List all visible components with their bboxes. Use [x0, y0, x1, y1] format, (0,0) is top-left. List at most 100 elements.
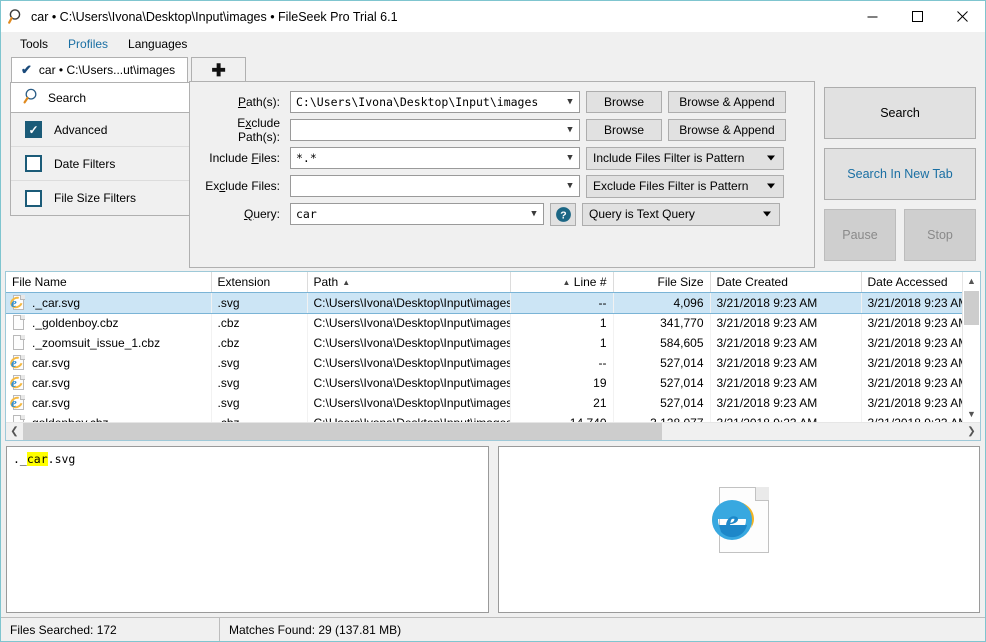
include-files-filter-select[interactable]: Include Files Filter is Pattern [586, 146, 784, 170]
table-row[interactable]: e car.svg .svg C:\Users\Ivona\Desktop\Input… [6, 373, 962, 393]
menu-item-languages[interactable]: Languages [118, 34, 197, 54]
exclude-files-filter-value: Exclude Files Filter is Pattern [593, 179, 749, 193]
vertical-scroll-thumb[interactable] [964, 291, 979, 325]
scroll-down-icon[interactable]: ▼ [963, 405, 980, 422]
search-button[interactable]: Search [824, 87, 976, 139]
table-row[interactable]: e ._car.svg .svg C:\Users\Ivona\Desktop\Inp… [6, 291, 962, 314]
include-files-value: *.* [296, 151, 317, 165]
cell-path: C:\Users\Ivona\Desktop\Input\images [307, 373, 511, 393]
ie-file-icon: e [8, 354, 26, 371]
chevron-down-icon[interactable]: ▼ [525, 204, 543, 224]
cell-date-created: 3/21/2018 9:23 AM [710, 393, 862, 413]
header-label: Path [313, 275, 339, 289]
query-type-select[interactable]: Query is Text Query [582, 202, 780, 226]
magnifier-icon [23, 88, 40, 108]
title-bar: car • C:\Users\Ivona\Desktop\Input\image… [1, 1, 985, 32]
check-icon: ✔ [21, 62, 32, 77]
scroll-left-icon[interactable]: ❮ [6, 423, 23, 440]
cell-extension: .svg [211, 373, 308, 393]
exclude-files-input[interactable]: ▼ [290, 175, 580, 197]
table-row[interactable]: ._goldenboy.cbz .cbz C:\Users\Ivona\Deskto… [6, 313, 962, 333]
chevron-down-icon [767, 183, 775, 189]
table-row[interactable]: e car.svg .svg C:\Users\Ivona\Desktop\Input… [6, 353, 962, 373]
search-options-box: ✓ Advanced Date Filters File Size Filter… [10, 112, 190, 216]
advanced-checkbox[interactable]: ✓ [25, 121, 42, 138]
chevron-down-icon[interactable]: ▼ [561, 120, 579, 140]
date-filters-checkbox[interactable] [25, 155, 42, 172]
column-header-line-number[interactable]: ▲ Line # [510, 272, 614, 293]
sort-ascending-icon: ▲ [342, 278, 351, 288]
option-advanced[interactable]: ✓ Advanced [11, 113, 189, 147]
stop-button[interactable]: Stop [904, 209, 976, 261]
results-horizontal-scrollbar[interactable]: ❮ ❯ [6, 422, 980, 440]
column-header-path[interactable]: Path ▲ [307, 272, 511, 293]
tab-active-search[interactable]: ✔ car • C:\Users...ut\images [11, 57, 189, 82]
chevron-down-icon[interactable]: ▼ [561, 176, 579, 196]
cell-line-number: -- [510, 353, 614, 373]
search-section-tab[interactable]: Search [10, 82, 190, 112]
chevron-down-icon[interactable]: ▼ [561, 92, 579, 112]
query-help-button[interactable]: ? [550, 202, 576, 226]
exclude-paths-browse-append-button[interactable]: Browse & Append [668, 119, 786, 141]
chevron-down-icon[interactable]: ▼ [561, 148, 579, 168]
app-search-icon [1, 8, 31, 25]
menu-item-tools[interactable]: Tools [10, 34, 58, 54]
table-row[interactable]: ._zoomsuit_issue_1.cbz .cbz C:\Users\Ivona… [6, 333, 962, 353]
cell-line-number: 21 [510, 393, 614, 413]
cell-line-number: 14,740 [510, 413, 614, 422]
column-header-date-created[interactable]: Date Created [710, 272, 862, 293]
new-tab-button[interactable]: ✚ [191, 57, 247, 82]
window-title: car • C:\Users\Ivona\Desktop\Input\image… [31, 9, 398, 24]
status-matches-found: Matches Found: 29 (137.81 MB) [219, 618, 410, 641]
preview-text-before: ._ [13, 452, 27, 466]
column-header-file-name[interactable]: File Name [6, 272, 212, 293]
cell-file-name: ._zoomsuit_issue_1.cbz [6, 333, 212, 353]
vertical-scroll-track[interactable] [963, 289, 980, 405]
cell-extension: .cbz [211, 313, 308, 333]
column-header-extension[interactable]: Extension [211, 272, 308, 293]
cell-date-created: 3/21/2018 9:23 AM [710, 292, 862, 313]
include-files-input[interactable]: *.* ▼ [290, 147, 580, 169]
menu-item-profiles[interactable]: Profiles [58, 34, 118, 54]
cell-file-size: 527,014 [613, 373, 711, 393]
query-label: Query: [243, 207, 280, 221]
query-input[interactable]: car ▼ [290, 203, 544, 225]
table-row[interactable]: e car.svg .svg C:\Users\Ivona\Desktop\Input… [6, 393, 962, 413]
paths-browse-append-button[interactable]: Browse & Append [668, 91, 786, 113]
blank-file-icon [12, 315, 26, 331]
field-row-include-files: Include Files: *.* ▼ Include Files Filte… [196, 146, 804, 170]
exclude-paths-browse-button[interactable]: Browse [586, 119, 662, 141]
ie-file-icon: e [8, 394, 26, 411]
option-file-size-filters[interactable]: File Size Filters [11, 181, 189, 215]
action-buttons-column: Search Search In New Tab Pause Stop [824, 82, 976, 268]
file-preview-pane[interactable]: e [497, 446, 980, 613]
pause-button[interactable]: Pause [824, 209, 896, 261]
results-vertical-scrollbar[interactable]: ▲ ▼ [962, 272, 980, 422]
cell-file-name: e car.svg [6, 353, 212, 373]
ie-file-icon: e [8, 294, 26, 311]
horizontal-scroll-track[interactable] [23, 423, 963, 440]
check-icon: ✓ [28, 122, 39, 137]
cell-path: C:\Users\Ivona\Desktop\Input\images [307, 393, 511, 413]
search-in-new-tab-button[interactable]: Search In New Tab [824, 148, 976, 200]
scroll-up-icon[interactable]: ▲ [963, 272, 980, 289]
paths-browse-button[interactable]: Browse [586, 91, 662, 113]
cell-path: C:\Users\Ivona\Desktop\Input\images [307, 413, 511, 422]
file-size-filters-checkbox[interactable] [25, 189, 42, 207]
preview-text: ._car.svg [7, 447, 488, 471]
minimize-button[interactable] [850, 1, 895, 32]
text-preview-pane[interactable]: ._car.svg [6, 446, 489, 613]
column-header-file-size[interactable]: File Size [613, 272, 711, 293]
horizontal-scroll-thumb[interactable] [23, 423, 663, 440]
exclude-files-filter-select[interactable]: Exclude Files Filter is Pattern [586, 174, 784, 198]
maximize-button[interactable] [895, 1, 940, 32]
exclude-files-label: Exclude Files: [205, 179, 280, 193]
paths-input[interactable]: C:\Users\Ivona\Desktop\Input\images ▼ [290, 91, 580, 113]
table-row[interactable]: goldenboy.cbz.cbzC:\Users\Ivona\Desktop\… [6, 413, 962, 422]
cell-date-accessed: 3/21/2018 9:23 AM [861, 413, 962, 422]
exclude-paths-input[interactable]: ▼ [290, 119, 580, 141]
column-header-date-accessed[interactable]: Date Accessed [861, 272, 962, 293]
option-date-filters[interactable]: Date Filters [11, 147, 189, 181]
close-button[interactable] [940, 1, 985, 32]
scroll-right-icon[interactable]: ❯ [963, 423, 980, 440]
